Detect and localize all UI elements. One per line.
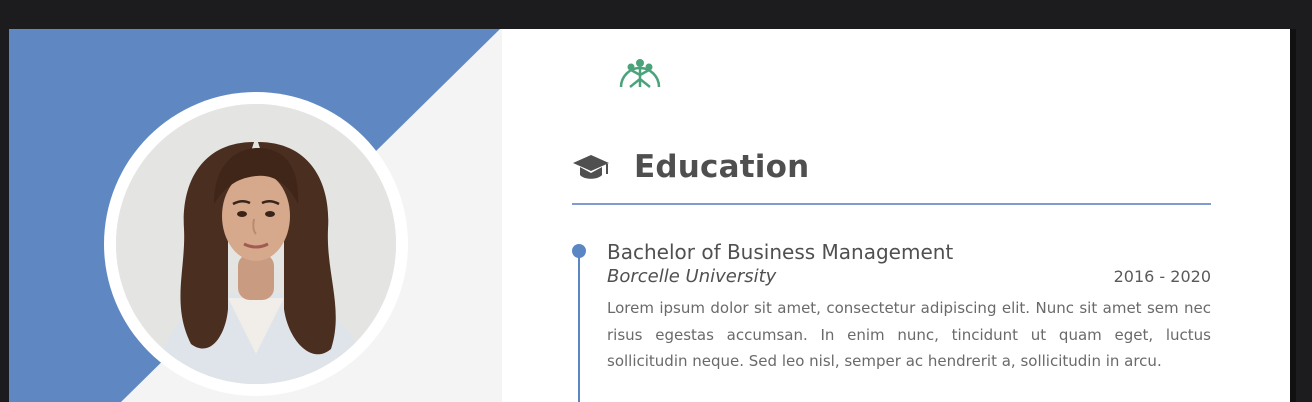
section-heading: Education bbox=[572, 142, 809, 192]
timeline-line bbox=[578, 251, 580, 402]
section-divider bbox=[572, 203, 1211, 205]
date-range: 2016 - 2020 bbox=[1113, 267, 1211, 286]
profile-photo bbox=[116, 104, 396, 384]
degree-title: Bachelor of Business Management bbox=[607, 240, 954, 264]
page-edge bbox=[1290, 29, 1296, 402]
resume-page: Education Bachelor of Business Managemen… bbox=[9, 29, 1290, 402]
education-entry: Bachelor of Business Management Borcelle… bbox=[607, 239, 1211, 375]
tree-emblem-icon bbox=[616, 51, 664, 91]
entry-description: Lorem ipsum dolor sit amet, consectetur … bbox=[607, 299, 1211, 370]
graduation-cap-icon bbox=[573, 155, 609, 179]
document-viewer: Education Bachelor of Business Managemen… bbox=[0, 0, 1312, 402]
left-panel bbox=[9, 29, 502, 402]
school-name: Borcelle University bbox=[607, 266, 777, 287]
school-row: Borcelle University 2016 - 2020 bbox=[607, 266, 1211, 287]
profile-photo-frame bbox=[104, 92, 408, 396]
timeline-dot bbox=[572, 244, 586, 258]
section-title: Education bbox=[634, 149, 810, 185]
